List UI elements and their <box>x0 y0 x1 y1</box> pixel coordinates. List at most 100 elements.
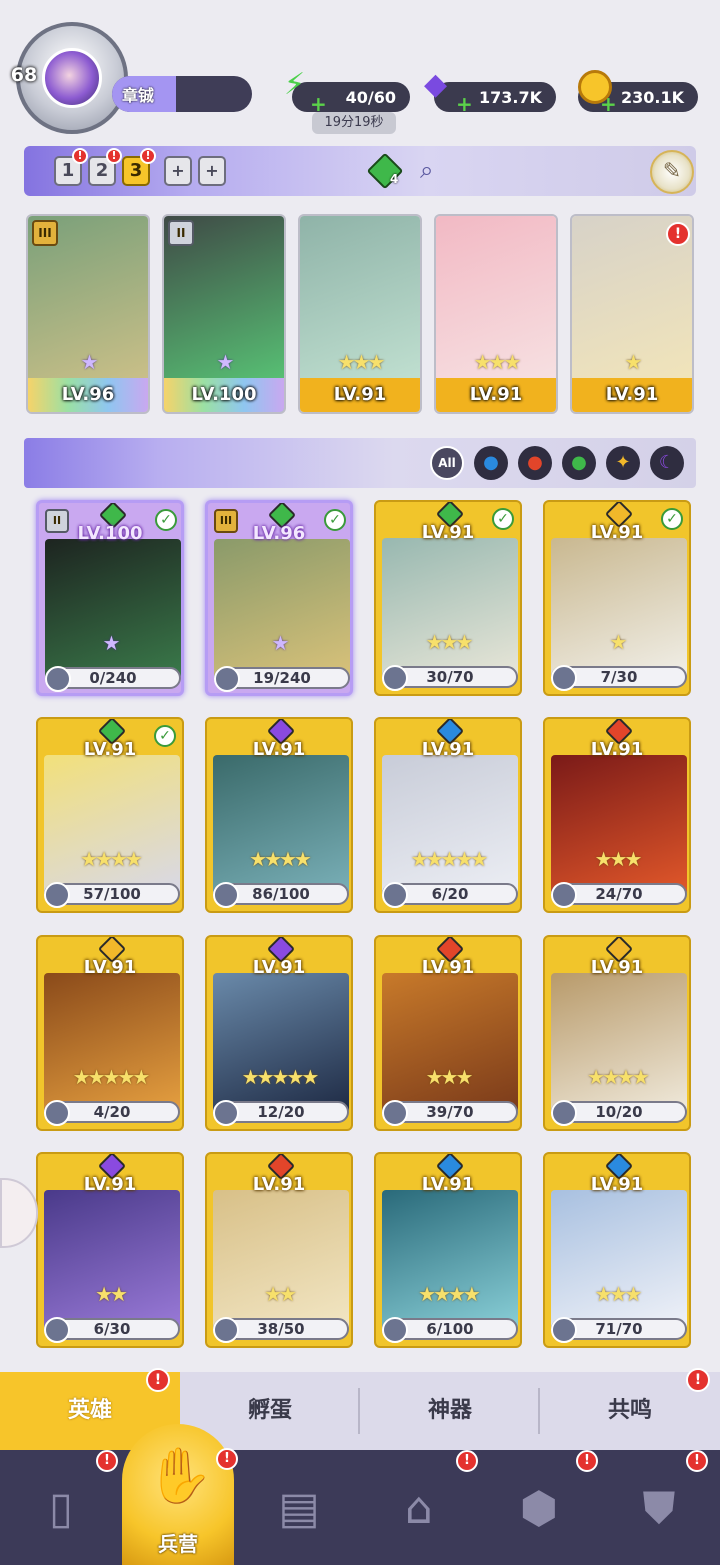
fragment-progress: 19/240 <box>214 666 350 692</box>
star-rating: ★★★★ <box>418 1282 481 1306</box>
fragment-count: 24/70 <box>595 885 643 903</box>
star-rating: ★★ <box>95 1282 128 1306</box>
fragment-count: 38/50 <box>257 1320 305 1338</box>
hero-card[interactable]: LV.91 ★★ 38/50 <box>205 1152 353 1348</box>
banner-icon[interactable]: ⛊ <box>614 1464 704 1554</box>
fragment-progress: 57/100 <box>44 882 180 908</box>
filter-all-button[interactable]: All <box>430 446 464 480</box>
hero-card[interactable]: LV.91 ★★ 6/30 <box>36 1152 184 1348</box>
tier-badge: II <box>168 220 194 246</box>
hero-level: LV.91 <box>590 957 644 978</box>
alert-icon: ! <box>576 1450 598 1472</box>
gems-counter[interactable]: 173.7K <box>434 82 556 112</box>
alert-icon: ! <box>666 222 690 246</box>
nav-barracks-label: 兵营 <box>158 1532 198 1556</box>
hero-level: LV.91 <box>590 1174 644 1195</box>
tier-badge: III <box>32 220 58 246</box>
add-gems-icon[interactable]: + <box>456 92 473 116</box>
in-team-check-icon: ✓ <box>661 508 683 530</box>
star-rating: ★★★ <box>425 630 474 654</box>
fire-filter-icon[interactable]: ● <box>518 446 552 480</box>
fragment-progress: 6/100 <box>382 1317 518 1343</box>
star-rating: ★★★ <box>425 1065 474 1089</box>
team-hero-card[interactable]: II ★ LV.100 <box>162 214 286 414</box>
fragment-count: 86/100 <box>252 885 310 903</box>
star-rating: ★ <box>216 350 235 374</box>
hero-level: LV.100 <box>164 378 284 412</box>
fragment-progress: 30/70 <box>382 665 518 691</box>
fragment-count: 57/100 <box>83 885 141 903</box>
hero-portrait <box>551 1190 687 1330</box>
add-team-button[interactable]: + <box>164 156 192 186</box>
star-rating: ★ <box>609 630 628 654</box>
hero-card[interactable]: LV.91 ✓ ★★★ 30/70 <box>374 500 522 696</box>
alert-icon: ! <box>216 1448 238 1470</box>
fragment-progress: 12/20 <box>213 1100 349 1126</box>
team-bar: 1 ! 2 ! 3 ! + + 4 ⌕ ✎ <box>24 146 696 196</box>
hero-portrait <box>551 973 687 1113</box>
star-rating: ★★★ <box>594 1282 643 1306</box>
star-rating: ★★★★★ <box>72 1065 151 1089</box>
light-filter-icon[interactable]: ✦ <box>606 446 640 480</box>
search-icon[interactable]: ⌕ <box>420 156 433 184</box>
fragment-progress: 38/50 <box>213 1317 349 1343</box>
fragment-count: 6/20 <box>431 885 469 903</box>
fragment-count: 71/70 <box>595 1320 643 1338</box>
hero-card[interactable]: LV.91 ★★★ 39/70 <box>374 935 522 1131</box>
hero-portrait <box>45 539 181 679</box>
hero-portrait <box>382 973 518 1113</box>
player-name-bar: 章铖 <box>112 76 252 112</box>
star-rating: ★ <box>80 350 99 374</box>
gem-count: 4 <box>390 172 399 186</box>
book-icon[interactable]: ▤ <box>254 1464 344 1554</box>
fragment-count: 6/100 <box>426 1320 474 1338</box>
guild-icon[interactable]: ⬢ <box>494 1464 584 1554</box>
hero-level: LV.91 <box>300 378 420 412</box>
hero-card[interactable]: LV.91 ★★★★★ 6/20 <box>374 717 522 913</box>
fragment-count: 10/20 <box>595 1103 643 1121</box>
tab-bar: 英雄 ! 孵蛋 神器 共鸣 ! <box>0 1368 720 1450</box>
floating-helper-avatar[interactable] <box>0 1178 38 1248</box>
add-coins-icon[interactable]: + <box>600 92 617 116</box>
hero-card[interactable]: LV.91 ★★★ 71/70 <box>543 1152 691 1348</box>
add-team-button[interactable]: + <box>198 156 226 186</box>
star-rating: ★ <box>271 631 290 655</box>
hero-card[interactable]: LV.91 ✓ ★★★★ 57/100 <box>36 717 184 913</box>
hero-level: LV.91 <box>83 957 137 978</box>
in-team-check-icon: ✓ <box>155 509 177 531</box>
team-hero-card[interactable]: III ★ LV.96 <box>26 214 150 414</box>
hero-card[interactable]: LV.91 ✓ ★ 7/30 <box>543 500 691 696</box>
team-hero-card[interactable]: ★★★ LV.91 <box>434 214 558 414</box>
hero-level: LV.91 <box>421 1174 475 1195</box>
fragment-count: 0/240 <box>89 669 137 687</box>
alert-icon: ! <box>686 1450 708 1472</box>
dark-filter-icon[interactable]: ☾ <box>650 446 684 480</box>
fragment-progress: 6/30 <box>44 1317 180 1343</box>
hero-card[interactable]: LV.91 ★★★★★ 4/20 <box>36 935 184 1131</box>
hero-level: LV.91 <box>252 1174 306 1195</box>
alert-icon: ! <box>140 148 156 164</box>
hero-card[interactable]: LV.91 ★★★★ 86/100 <box>205 717 353 913</box>
edit-team-button[interactable]: ✎ <box>650 150 694 194</box>
hero-level: LV.91 <box>421 739 475 760</box>
nature-filter-icon[interactable]: ● <box>562 446 596 480</box>
hero-portrait <box>214 539 350 679</box>
hero-card[interactable]: LV.91 ★★★★★ 12/20 <box>205 935 353 1131</box>
water-filter-icon[interactable]: ● <box>474 446 508 480</box>
hero-card[interactable]: LV.100 II ✓ ★ 0/240 <box>36 500 184 696</box>
tab-artifacts[interactable]: 神器 <box>360 1372 540 1450</box>
fragment-count: 39/70 <box>426 1103 474 1121</box>
hero-card[interactable]: LV.91 ★★★ 24/70 <box>543 717 691 913</box>
fragment-progress: 71/70 <box>551 1317 687 1343</box>
star-rating: ★★★ <box>594 847 643 871</box>
team-hero-card[interactable]: ★★★ LV.91 <box>298 214 422 414</box>
castle-icon[interactable]: ⌂ <box>374 1464 464 1554</box>
hero-card[interactable]: LV.91 ★★★★ 6/100 <box>374 1152 522 1348</box>
fragment-progress: 39/70 <box>382 1100 518 1126</box>
hero-card[interactable]: LV.96 III ✓ ★ 19/240 <box>205 500 353 696</box>
fragment-count: 7/30 <box>600 668 638 686</box>
hero-card[interactable]: LV.91 ★★★★ 10/20 <box>543 935 691 1131</box>
cards-icon[interactable]: ▯ <box>16 1464 106 1554</box>
nav-barracks[interactable]: ✋ 兵营 <box>122 1424 234 1565</box>
edit-icon: ✎ <box>662 159 682 184</box>
